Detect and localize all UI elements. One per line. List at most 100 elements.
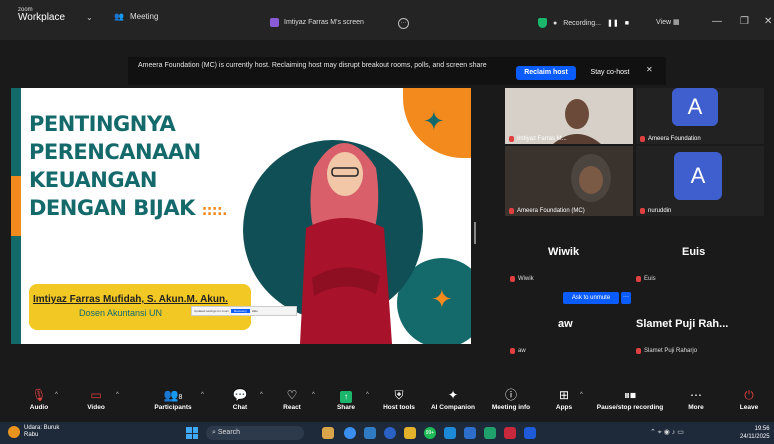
meeting-info-button[interactable]: ⓘ Meeting info (481, 386, 541, 411)
recording-dot-icon: ● (553, 19, 558, 27)
host-notification-banner: Ameera Foundation (MC) is currently host… (128, 57, 666, 85)
slide-title-line: PENTINGNYA (29, 112, 176, 136)
screen-share-indicator[interactable]: Imtiyaz Farras M's screen (270, 18, 364, 27)
zoom-taskbar-icon[interactable] (524, 427, 536, 439)
system-clock[interactable]: 19:56 24/11/2025 (740, 425, 770, 441)
presenter-role: Dosen Akuntansi UN (79, 308, 163, 318)
slide-dots: ::::. (201, 203, 228, 219)
apps-button[interactable]: ⊞ Apps ^ (534, 386, 594, 411)
app-icon[interactable] (364, 427, 376, 439)
chevron-up-icon[interactable]: ^ (201, 392, 204, 398)
app-icon[interactable] (504, 427, 516, 439)
chat-button[interactable]: 💬 Chat ^ (210, 386, 270, 411)
screen-share-label: Imtiyaz Farras M's screen (284, 19, 364, 26)
react-button[interactable]: ♡ React ^ (262, 386, 322, 411)
participant-tile[interactable]: Ameera Foundation (MC) (505, 146, 633, 216)
muted-mic-icon (640, 136, 645, 142)
slide-title-line: PERENCANAAN (29, 140, 201, 164)
participant-tile[interactable]: Imtiyaz Farras M... (505, 88, 633, 144)
sparkle-icon: ✦ (447, 388, 459, 402)
muted-mic-icon (636, 276, 641, 282)
chevron-up-icon[interactable]: ^ (580, 392, 583, 398)
slide-title: PENTINGNYA PERENCANAAN KEUANGAN DENGAN B… (29, 110, 227, 225)
recording-indicator[interactable]: ● Recording... ❚❚ ■ (538, 18, 629, 28)
title-bar: zoom Workplace ⌄ 👥 Meeting Imtiyaz Farra… (0, 0, 774, 40)
record-controls-icon: ⏸⏹ (623, 388, 636, 402)
slide-star-icon: ✦ (423, 106, 445, 136)
participant-name: aw (558, 318, 573, 330)
leave-button[interactable]: ⏻ Leave (724, 386, 774, 411)
restore-icon[interactable]: ❐ (740, 16, 749, 27)
meeting-menu[interactable]: 👥 Meeting (114, 12, 158, 21)
participant-small-label: Slamet Puji Raharjo (636, 348, 697, 354)
participant-video (505, 146, 633, 216)
banner-message: Ameera Foundation (MC) is currently host… (138, 62, 487, 69)
stay-co-host-button[interactable]: Stay co-host (580, 66, 640, 80)
store-icon[interactable] (464, 427, 476, 439)
ai-companion-button[interactable]: ✦ AI Companion (423, 386, 483, 411)
muted-mic-icon: 🎙 (31, 388, 47, 402)
system-tray[interactable]: ⌃ ⌖ ◉ ♪ ▭ (650, 428, 684, 437)
chrome-icon[interactable] (344, 427, 356, 439)
chevron-down-icon[interactable]: ⌄ (86, 13, 93, 22)
pause-stop-recording-button[interactable]: ⏸⏹ Pause/stop recording (590, 386, 670, 411)
close-banner-icon[interactable]: ✕ (646, 65, 653, 74)
participant-more-button[interactable]: ··· (621, 292, 631, 304)
slide-orange-band (11, 176, 21, 236)
weather-icon (8, 426, 20, 438)
chevron-up-icon[interactable]: ^ (55, 392, 58, 398)
chevron-up-icon[interactable]: ^ (312, 392, 315, 398)
zoom-logo: zoom Workplace (18, 7, 65, 23)
slide-title-line: DENGAN BIJAK ::::. (29, 196, 228, 220)
participant-small-label: Wiwik (510, 276, 534, 282)
windows-start-icon[interactable] (186, 427, 198, 439)
close-icon[interactable]: ✕ (764, 16, 772, 27)
app-icon[interactable] (484, 427, 496, 439)
share-button[interactable]: ↑ Share ^ (316, 386, 376, 411)
muted-mic-icon (640, 208, 645, 214)
pause-icon[interactable]: ❚❚ (607, 19, 619, 27)
muted-mic-icon (509, 136, 514, 142)
file-explorer-icon[interactable] (404, 427, 416, 439)
task-view-icon[interactable] (322, 427, 334, 439)
host-tools-button[interactable]: ⛨ Host tools (369, 386, 429, 411)
shield-icon (538, 18, 547, 28)
taskbar-search[interactable]: ⌕ Search (206, 426, 304, 440)
participant-tile[interactable]: A nuruddin (636, 146, 764, 216)
participant-label: Ameera Foundation (MC) (509, 208, 585, 214)
participant-tile[interactable]: A Ameera Foundation (636, 88, 764, 144)
shield-icon: ⛨ (394, 388, 404, 402)
participant-label: Imtiyaz Farras M... (509, 136, 567, 142)
audio-button[interactable]: 🎙 Audio ^ (9, 386, 69, 411)
edge-icon[interactable] (444, 427, 456, 439)
participant-small-label: aw (510, 348, 526, 354)
minimize-icon[interactable]: — (712, 16, 722, 27)
meeting-toolbar: 🎙 Audio ^ ▭ Video ^ 👥8 Participants ^ 💬 Chat ^ ♡… (0, 384, 774, 422)
hp-icon[interactable] (384, 427, 396, 439)
participants-button[interactable]: 👥8 Participants ^ (143, 386, 203, 411)
ask-to-unmute-button[interactable]: Ask to unmute (563, 292, 619, 304)
grid-icon: ▦ (673, 19, 680, 26)
video-button[interactable]: ▭ Video ^ (66, 386, 126, 411)
chevron-up-icon[interactable]: ^ (116, 392, 119, 398)
popup-hide-button[interactable]: Hide (252, 309, 258, 313)
shared-screen: PENTINGNYA PERENCANAAN KEUANGAN DENGAN B… (11, 88, 471, 344)
more-button[interactable]: ⋯ More (666, 386, 726, 411)
slide-star-icon: ✦ (431, 284, 453, 314)
windows-taskbar: Udara: Buruk Rabu ⌕ Search 99+ ⌃ ⌖ ◉ ♪ ▭ … (0, 422, 774, 444)
brand-main: Workplace (18, 12, 66, 23)
stop-icon[interactable]: ■ (625, 20, 629, 27)
whatsapp-icon[interactable]: 99+ (424, 427, 436, 439)
more-options-icon[interactable]: ··· (398, 18, 409, 29)
participant-name: Slamet Puji Rah... (636, 318, 729, 330)
info-icon: ⓘ (504, 388, 517, 402)
share-icon: ↑ (340, 391, 352, 403)
split-handle[interactable] (474, 222, 476, 244)
more-icon: ⋯ (690, 388, 702, 402)
popup-recovery-button[interactable]: Recovery (231, 309, 250, 313)
view-button[interactable]: View ▦ (656, 18, 680, 26)
muted-mic-icon (636, 348, 641, 354)
apps-icon: ⊞ (558, 388, 570, 402)
weather-widget[interactable]: Udara: Buruk Rabu (8, 425, 59, 439)
reclaim-host-button[interactable]: Reclaim host (516, 66, 576, 80)
